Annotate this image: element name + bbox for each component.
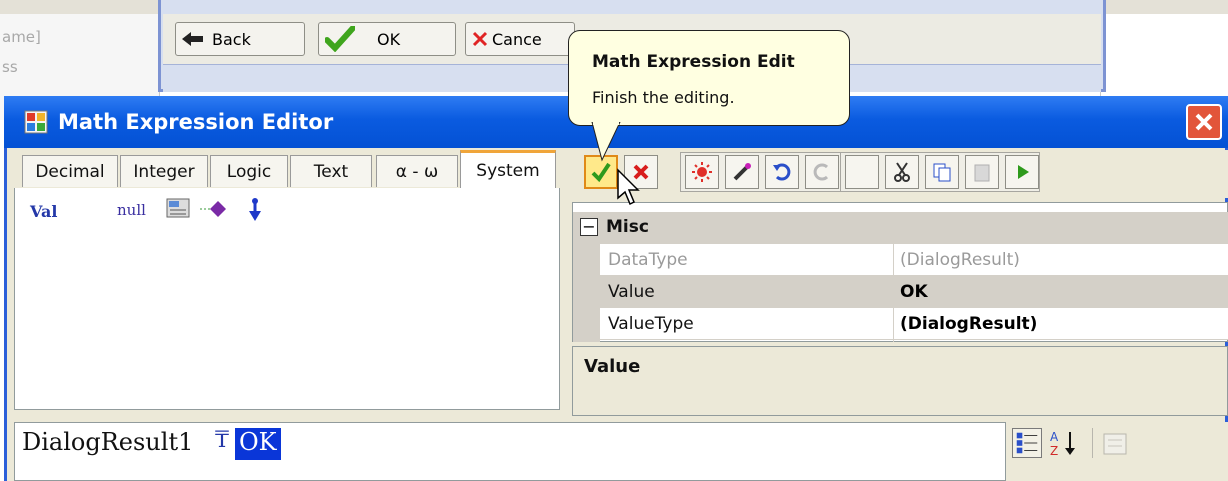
behind-cancel-label: Cance (492, 29, 542, 49)
tooltip-balloon (568, 30, 850, 126)
tab-text[interactable]: Text (290, 155, 372, 187)
undo-button[interactable] (765, 155, 799, 189)
blank-button[interactable] (845, 155, 879, 189)
undo-icon (773, 163, 791, 181)
toolbar-separator (1092, 428, 1093, 458)
behind-ok-button[interactable]: OK (318, 22, 456, 56)
expression-value-selected[interactable]: OK (235, 428, 281, 460)
property-name: DataType (608, 250, 688, 270)
property-description-panel (572, 346, 1228, 416)
enum-diamond-icon (200, 201, 226, 217)
run-icon (1018, 165, 1029, 179)
copy-button[interactable] (925, 155, 959, 189)
background-text-2: ss (2, 58, 18, 76)
app-icon (24, 110, 48, 134)
highlight-button[interactable] (685, 155, 719, 189)
arrow-down-icon (249, 198, 261, 221)
behind-back-button[interactable]: Back (175, 22, 305, 56)
property-description-title: Value (584, 356, 641, 377)
close-button[interactable] (1186, 104, 1222, 140)
copy-icon (933, 163, 951, 182)
back-arrow-icon (182, 32, 203, 46)
behind-cancel-button[interactable]: Cance (465, 22, 575, 56)
close-icon (1195, 113, 1213, 131)
expression-variable[interactable]: DialogResult1 (22, 428, 193, 456)
run-button[interactable] (1005, 155, 1039, 189)
red-x-icon (472, 31, 488, 47)
val-item[interactable]: Val (30, 202, 57, 221)
cut-button[interactable] (885, 155, 919, 189)
mouse-cursor-icon (617, 168, 640, 206)
svg-text:Z: Z (1050, 444, 1058, 458)
redo-button[interactable] (805, 155, 839, 189)
property-grid-divider (893, 244, 894, 342)
tab-integer[interactable]: Integer (120, 155, 208, 187)
cut-icon (894, 162, 910, 182)
svg-text:A: A (1050, 430, 1059, 444)
property-value[interactable]: OK (900, 282, 928, 302)
function-pane (14, 150, 560, 410)
null-item[interactable]: null (117, 201, 146, 219)
assignment-operator[interactable]: ₸ (215, 428, 229, 453)
property-category-row[interactable] (573, 212, 1228, 244)
system-items-icons (166, 198, 261, 221)
ok-check-icon (591, 162, 611, 183)
redo-icon (813, 163, 829, 181)
paste-button[interactable] (965, 155, 999, 189)
collapse-expander[interactable]: − (580, 218, 598, 236)
behind-back-label: Back (212, 29, 251, 49)
property-value: (DialogResult) (900, 250, 1020, 270)
window-title: Math Expression Editor (58, 110, 334, 134)
category-label: Misc (606, 217, 649, 237)
wand-icon (733, 163, 751, 181)
property-grid-margin (573, 244, 600, 342)
property-name: Value (608, 282, 655, 302)
tooltip-tail (591, 122, 621, 162)
tab-decimal[interactable]: Decimal (22, 155, 118, 187)
paste-icon (974, 164, 990, 182)
properties-icon (166, 198, 190, 218)
behind-ok-label: OK (377, 29, 401, 49)
alphabetical-sort-icon[interactable]: A Z (1048, 428, 1082, 458)
property-pages-icon[interactable] (1102, 432, 1128, 456)
wand-button[interactable] (725, 155, 759, 189)
background-top-strip (0, 0, 160, 14)
tooltip-title: Math Expression Edit (592, 52, 795, 72)
categorized-view-icon[interactable] (1012, 428, 1042, 458)
sun-icon (692, 162, 712, 182)
background-text-1: ame] (2, 28, 41, 46)
background-right-strip (1100, 0, 1228, 14)
property-value[interactable]: (DialogResult) (900, 314, 1037, 334)
tooltip-body: Finish the editing. (592, 88, 735, 107)
background-right-panel (1100, 0, 1228, 98)
green-check-icon (325, 26, 355, 52)
tab-system[interactable]: System (460, 150, 556, 188)
tab-logic[interactable]: Logic (210, 155, 288, 187)
property-name: ValueType (608, 314, 694, 334)
tab-alpha-omega[interactable]: α - ω (376, 155, 458, 187)
